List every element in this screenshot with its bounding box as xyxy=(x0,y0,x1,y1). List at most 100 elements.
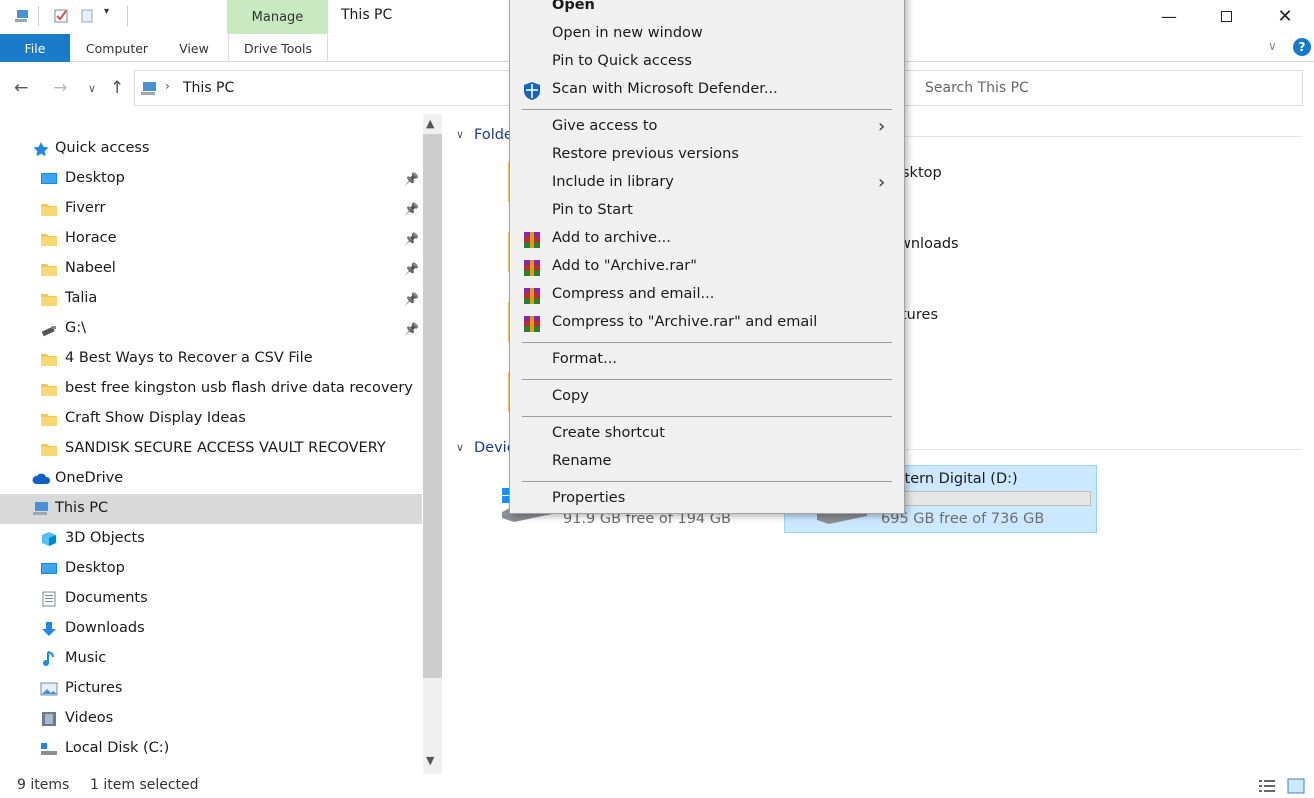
help-icon[interactable]: ? xyxy=(1293,38,1311,56)
new-folder-icon[interactable] xyxy=(79,8,95,24)
sidebar-item-label: Pictures xyxy=(65,680,123,696)
menu-separator xyxy=(522,416,892,417)
menu-item-give-access-to[interactable]: Give access to › xyxy=(510,114,904,142)
breadcrumb-chevron-icon[interactable]: › xyxy=(165,79,170,93)
sidebar-item-label: Talia xyxy=(65,290,98,306)
menu-item-label: Include in library xyxy=(552,174,674,190)
menu-item-compress-and-email[interactable]: Compress and email... xyxy=(510,282,904,310)
manage-tab[interactable]: Manage xyxy=(227,0,328,34)
sidebar-item[interactable]: This PC xyxy=(0,494,422,524)
scrollbar-thumb[interactable] xyxy=(423,134,442,678)
menu-item-copy[interactable]: Copy xyxy=(510,384,904,412)
sidebar-item[interactable]: Desktop 📌 xyxy=(0,164,422,194)
menu-item-open[interactable]: Open xyxy=(510,0,904,21)
sidebar-item[interactable]: 3D Objects xyxy=(0,524,422,554)
folder-icon xyxy=(40,351,58,367)
folders-group-header[interactable]: Folde xyxy=(474,127,513,143)
expand-ribbon-icon[interactable]: ∨ xyxy=(1268,39,1277,53)
menu-item-create-shortcut[interactable]: Create shortcut xyxy=(510,421,904,449)
large-icons-view-icon[interactable] xyxy=(1287,778,1305,794)
folder-downloads[interactable]: wnloads xyxy=(899,236,959,252)
menu-item-pin-to-start[interactable]: Pin to Start xyxy=(510,198,904,226)
star-icon xyxy=(32,141,50,157)
menu-item-properties[interactable]: Properties xyxy=(510,486,904,514)
forward-arrow-icon[interactable]: → xyxy=(53,78,67,98)
drive-d-name: stern Digital (D:) xyxy=(897,471,1018,487)
sidebar-item[interactable]: Nabeel 📌 xyxy=(0,254,422,284)
folder-pictures[interactable]: tures xyxy=(901,307,938,323)
pin-icon: 📌 xyxy=(404,292,419,306)
customize-quick-access-icon[interactable]: ▾ xyxy=(104,6,109,17)
sidebar-item[interactable]: Documents xyxy=(0,584,422,614)
menu-item-compress-to-archive-rar-and-email[interactable]: Compress to "Archive.rar" and email xyxy=(510,310,904,338)
scroll-up-icon[interactable]: ▲ xyxy=(426,117,434,130)
sidebar-item[interactable]: OneDrive xyxy=(0,464,422,494)
properties-icon[interactable] xyxy=(53,8,69,24)
folder-icon xyxy=(40,231,58,247)
menu-item-add-to-archive-rar[interactable]: Add to "Archive.rar" xyxy=(510,254,904,282)
maximize-button[interactable] xyxy=(1197,0,1255,32)
sidebar-item[interactable]: Talia 📌 xyxy=(0,284,422,314)
sidebar-item[interactable]: Craft Show Display Ideas xyxy=(0,404,422,434)
sidebar-item[interactable]: Local Disk (C:) xyxy=(0,734,422,764)
documents-icon xyxy=(40,591,58,607)
menu-item-label: Open in new window xyxy=(552,25,703,41)
sidebar-item[interactable]: Music xyxy=(0,644,422,674)
tab-drive-tools[interactable]: Drive Tools xyxy=(228,34,328,62)
search-input[interactable]: Search This PC xyxy=(885,70,1303,106)
sidebar-item[interactable]: SANDISK SECURE ACCESS VAULT RECOVERY xyxy=(0,434,422,464)
sidebar-item[interactable]: Videos xyxy=(0,704,422,734)
collapse-chevron-icon[interactable]: ∨ xyxy=(456,441,464,454)
winrar-icon xyxy=(522,230,542,250)
sidebar-item[interactable]: G:\ 📌 xyxy=(0,314,422,344)
tab-view[interactable]: View xyxy=(166,34,222,62)
tab-computer[interactable]: Computer xyxy=(78,34,156,62)
sidebar-item[interactable]: Quick access xyxy=(0,134,422,164)
minimize-button[interactable]: — xyxy=(1140,0,1198,32)
computer-icon[interactable] xyxy=(14,8,30,24)
pin-icon: 📌 xyxy=(404,172,419,186)
sidebar-item[interactable]: best free kingston usb flash drive data … xyxy=(0,374,422,404)
sidebar-item-label: Horace xyxy=(65,230,117,246)
menu-item-open-in-new-window[interactable]: Open in new window xyxy=(510,21,904,49)
scroll-down-icon[interactable]: ▼ xyxy=(426,754,434,767)
menu-item-pin-to-quick-access[interactable]: Pin to Quick access xyxy=(510,49,904,77)
menu-item-label: Scan with Microsoft Defender... xyxy=(552,81,778,97)
sidebar-scrollbar[interactable]: ▲ ▼ xyxy=(423,114,442,774)
sidebar-item-label: Fiverr xyxy=(65,200,106,216)
menu-item-label: Give access to xyxy=(552,118,658,134)
menu-item-format[interactable]: Format... xyxy=(510,347,904,375)
menu-item-include-in-library[interactable]: Include in library › xyxy=(510,170,904,198)
menu-item-rename[interactable]: Rename xyxy=(510,449,904,477)
breadcrumb-this-pc[interactable]: This PC xyxy=(183,80,234,96)
close-button[interactable]: ✕ xyxy=(1256,0,1314,32)
sidebar-item[interactable]: Pictures xyxy=(0,674,422,704)
sidebar-item-label: Local Disk (C:) xyxy=(65,740,170,756)
menu-item-scan-with-microsoft-defender[interactable]: Scan with Microsoft Defender... xyxy=(510,77,904,105)
submenu-chevron-icon: › xyxy=(878,116,886,137)
tab-file[interactable]: File xyxy=(0,34,70,62)
folder-desktop[interactable]: sktop xyxy=(902,165,942,181)
collapse-chevron-icon[interactable]: ∨ xyxy=(456,128,464,141)
sidebar-item[interactable]: Downloads xyxy=(0,614,422,644)
sidebar-item[interactable]: Horace 📌 xyxy=(0,224,422,254)
menu-item-label: Open xyxy=(552,0,595,13)
sidebar-item-label: Craft Show Display Ideas xyxy=(65,410,246,426)
sidebar-item[interactable]: Desktop xyxy=(0,554,422,584)
sidebar-item-label: G:\ xyxy=(65,320,87,336)
desktop-folder-icon xyxy=(40,171,58,187)
desktop-folder-icon xyxy=(40,561,58,577)
divider xyxy=(38,6,39,26)
sidebar-item[interactable]: Fiverr 📌 xyxy=(0,194,422,224)
menu-item-restore-previous-versions[interactable]: Restore previous versions xyxy=(510,142,904,170)
menu-item-label: Pin to Start xyxy=(552,202,633,218)
up-arrow-icon[interactable]: ↑ xyxy=(110,78,124,98)
details-view-icon[interactable] xyxy=(1258,778,1276,794)
recent-locations-icon[interactable]: ∨ xyxy=(88,82,96,95)
sidebar-item[interactable]: 4 Best Ways to Recover a CSV File xyxy=(0,344,422,374)
menu-item-add-to-archive[interactable]: Add to archive... xyxy=(510,226,904,254)
back-arrow-icon[interactable]: ← xyxy=(14,78,28,98)
usb-drive-icon xyxy=(40,321,58,337)
sidebar-item-label: Documents xyxy=(65,590,148,606)
sidebar-item-label: Music xyxy=(65,650,107,666)
